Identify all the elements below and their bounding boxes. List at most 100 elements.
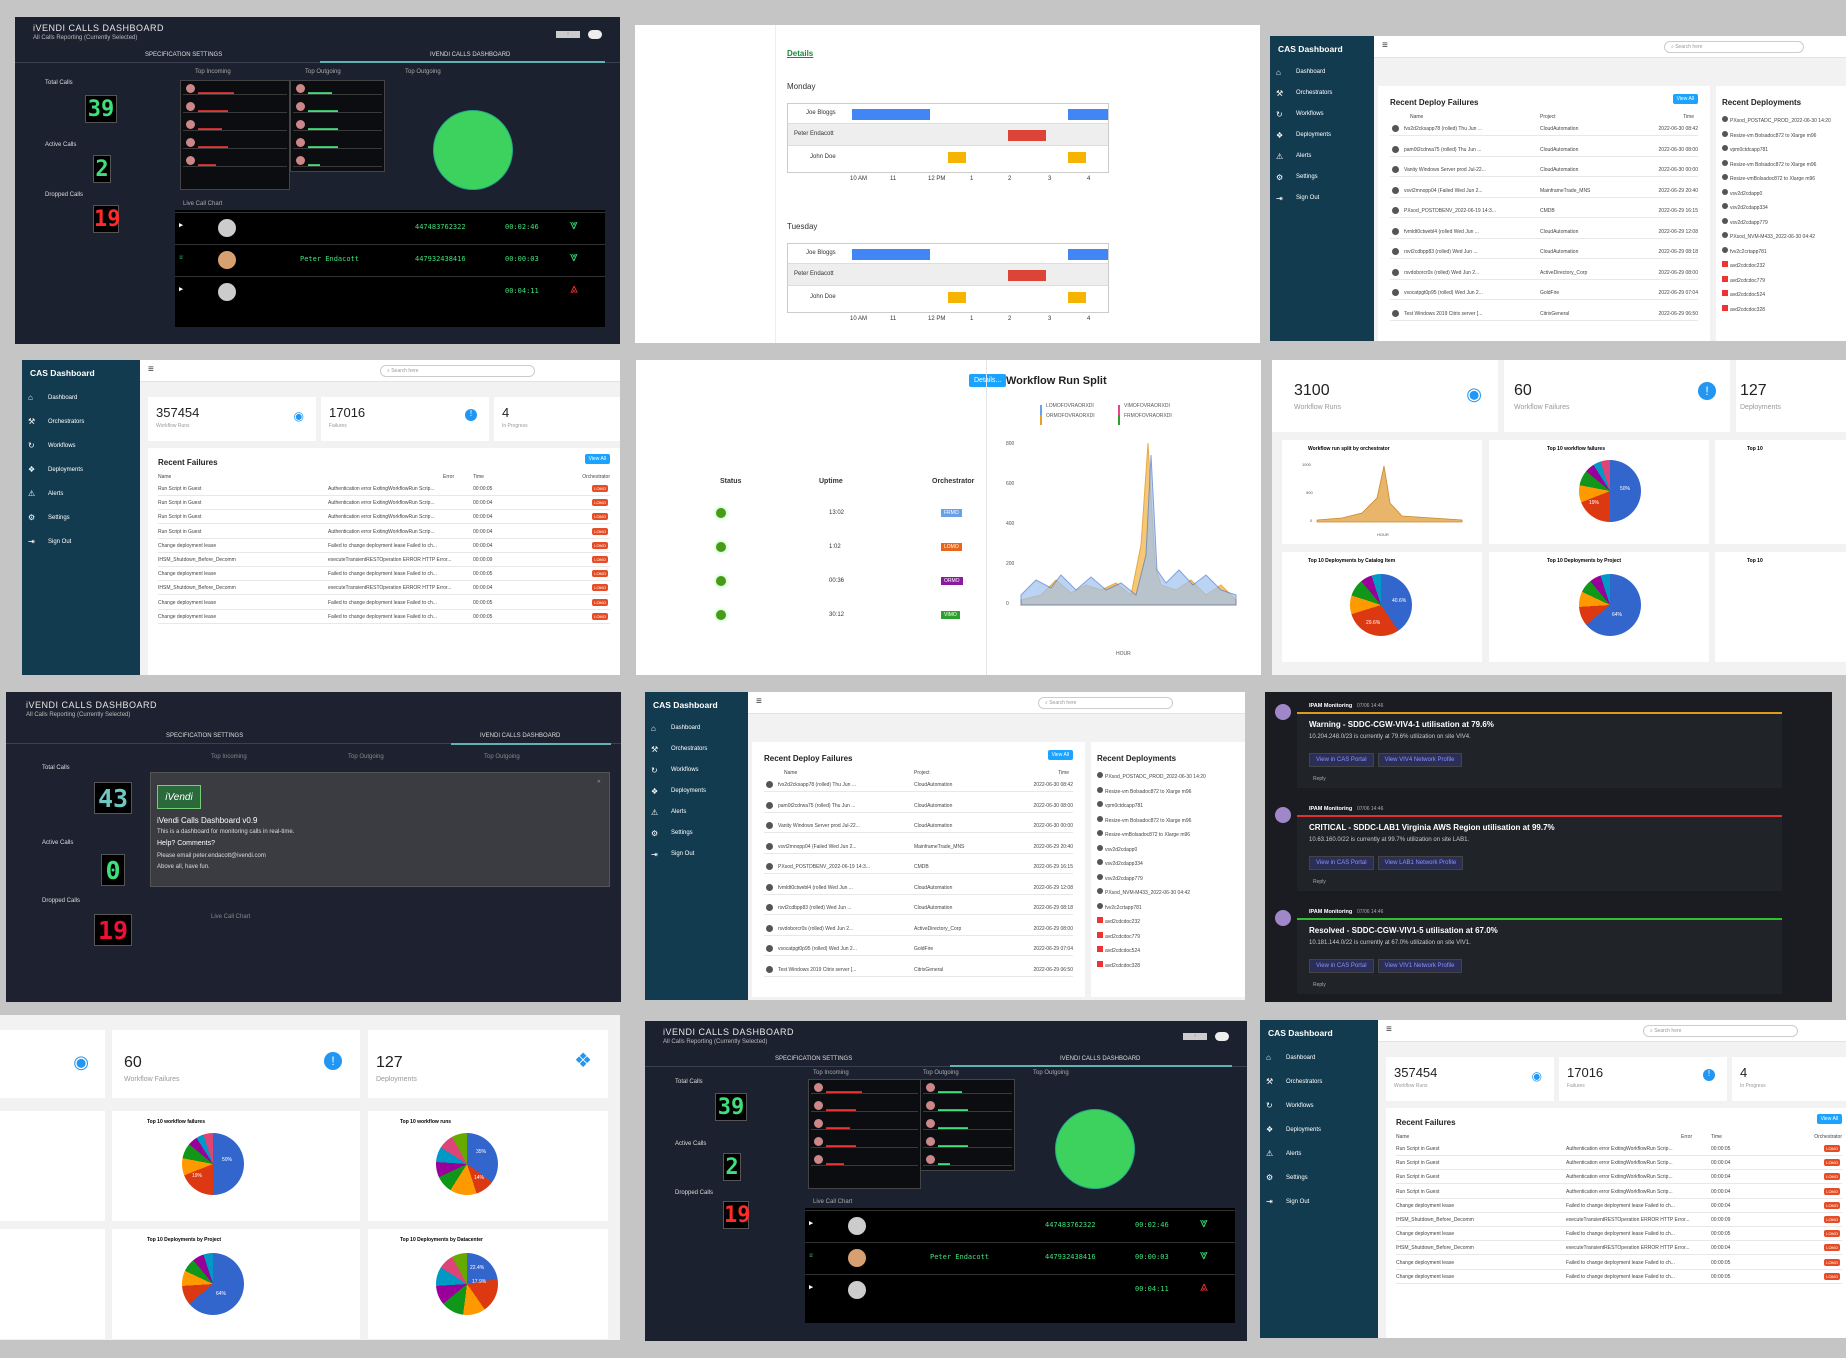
sidebar-item-workflows[interactable]: ↻ Workflows [1260, 1094, 1378, 1118]
table-row[interactable]: rsvdoborcr0s (rolled) Wed Jun 2... Active… [764, 922, 1073, 936]
deployment-list-item[interactable]: Resize-vm Bolsadoc872 to Xlarge m96 [1097, 815, 1191, 824]
play-icon[interactable]: ▶ [179, 221, 183, 229]
sidebar-item-alerts[interactable]: ⚠ Alerts [1270, 146, 1374, 167]
deployment-list-item[interactable]: Resize-vm Bolsadoc872 to Xlarge m96 [1722, 130, 1816, 139]
sidebar-item-deployments[interactable]: ❖ Deployments [645, 781, 748, 802]
table-row[interactable]: rsvt2cdbpp83 (rolled) Wed Jun ... CloudAu… [1390, 245, 1698, 259]
search-input[interactable]: ⌕ Search here [380, 365, 535, 377]
deployment-list-item[interactable]: avd2cdcdoc524 [1722, 290, 1765, 298]
sidebar-item-signout[interactable]: ⇥ Sign Out [1260, 1190, 1378, 1214]
deployment-list-item[interactable]: avd2cdcdoc779 [1097, 931, 1140, 940]
sidebar-item-orchestrators[interactable]: ⚒ Orchestrators [1270, 83, 1374, 104]
table-row[interactable]: Vanity Windows Server prod Jul-22... Clou… [1390, 163, 1698, 177]
deployment-list-item[interactable]: avd2cdcdoc232 [1097, 917, 1140, 925]
menu-icon[interactable]: ≡ [148, 364, 154, 375]
sidebar-item-deployments[interactable]: ❖ Deployments [1270, 125, 1374, 146]
deployment-list-item[interactable]: vpm0ctdcapp781 [1722, 145, 1768, 153]
table-row[interactable]: fvmldt0ctwebl4 (rolled Wed Jun ... CloudA… [1390, 225, 1698, 239]
sidebar-item-alerts[interactable]: ⚠ Alerts [22, 482, 140, 506]
view-all-button[interactable]: View All [1816, 1114, 1842, 1124]
deployment-list-item[interactable]: avd2cdcdoc232 [1722, 261, 1765, 269]
table-row[interactable]: Run Script in Guest Authentication error … [158, 510, 610, 525]
sidebar-item-deployments[interactable]: ❖ Deployments [1260, 1118, 1378, 1142]
menu-icon[interactable]: ≡ [756, 696, 762, 707]
sidebar-item-signout[interactable]: ⇥ Sign Out [1270, 188, 1374, 209]
table-row[interactable]: Change deployment lease Failed to change … [158, 567, 610, 582]
table-row[interactable]: Change deployment lease Failed to change … [158, 610, 610, 624]
deployment-list-item[interactable]: vsv2d2cdapp334 [1722, 203, 1768, 211]
sidebar-item-alerts[interactable]: ⚠ Alerts [1260, 1142, 1378, 1166]
deployment-list-item[interactable]: fvv2c2crtapp781 [1722, 246, 1767, 255]
table-row[interactable]: IHSM_Shutdown_Before_Decomm executeTransi… [158, 553, 610, 567]
table-row[interactable]: Run Script in Guest Authentication error … [1396, 1170, 1842, 1185]
tab-ivendi-dashboard[interactable]: IVENDI CALLS DASHBOARD [1060, 1056, 1140, 1062]
table-row[interactable]: Test Windows 2019 Citrix server [... Citr… [764, 963, 1073, 977]
deployment-list-item[interactable]: fvv2c2crtapp781 [1097, 902, 1142, 911]
table-row[interactable]: IHSM_Shutdown_Before_Decomm executeTransi… [1396, 1241, 1842, 1256]
table-row[interactable]: rsvt2cdbpp83 (rolled) Wed Jun ... CloudAu… [764, 901, 1073, 915]
sidebar-item-signout[interactable]: ⇥ Sign Out [645, 844, 748, 865]
view-network-profile-button[interactable]: View VIV4 Network Profile [1377, 753, 1462, 767]
deployment-list-item[interactable]: Resize-vm Bolsadoc872 to Xlarge m96 [1722, 159, 1816, 168]
table-row[interactable]: Run Script in Guest Authentication error … [1396, 1185, 1842, 1199]
sidebar-item-workflows[interactable]: ↻ Workflows [22, 434, 140, 458]
view-all-button[interactable]: View All [584, 454, 610, 464]
menu-icon[interactable]: ≡ [1386, 1024, 1392, 1035]
view-network-profile-button[interactable]: View VIV1 Network Profile [1377, 959, 1462, 973]
sidebar-item-orchestrators[interactable]: ⚒ Orchestrators [1260, 1070, 1378, 1094]
table-row[interactable]: fvs2d2cksapp78 (rolled) Thu Jun ... Cloud… [764, 778, 1073, 792]
table-row[interactable]: Vanity Windows Server prod Jul-22... Clou… [764, 819, 1073, 833]
table-row[interactable]: pam0t2cdrwa75 (rolled) Thu Jun ... CloudA… [764, 799, 1073, 813]
table-row[interactable]: fvmldt0ctwebl4 (rolled Wed Jun ... CloudA… [764, 881, 1073, 895]
deployment-list-item[interactable]: PXsod_POSTADC_PROD_2022-06-30 14:20 [1722, 116, 1831, 124]
deployment-list-item[interactable]: Resize-vmBolsadoc872 to Xlarge m96 [1722, 174, 1815, 182]
table-row[interactable]: Change deployment lease Failed to change … [1396, 1270, 1842, 1284]
sidebar-item-deployments[interactable]: ❖ Deployments [22, 458, 140, 482]
play-icon[interactable]: ▶ [809, 1283, 813, 1291]
email-link[interactable]: Please email peter.endacott@ivendi.com [157, 853, 266, 859]
deployment-list-item[interactable]: vsv2d2cdapp779 [1722, 217, 1768, 226]
view-all-button[interactable]: View All [1047, 750, 1073, 760]
table-row[interactable]: Test Windows 2019 Citrix server [... Citr… [1390, 307, 1698, 321]
table-row[interactable]: vsocatpgt0p95 (rolled) Wed Jun 2... GoldF… [1390, 286, 1698, 300]
view-all-button[interactable]: View All [1672, 94, 1698, 104]
search-input[interactable]: ⌕ Search here [1664, 41, 1804, 53]
sidebar-item-workflows[interactable]: ↻ Workflows [645, 760, 748, 781]
table-row[interactable]: rsvdoborcr0s (rolled) Wed Jun 2... Active… [1390, 266, 1698, 280]
tab-ivendi-dashboard[interactable]: IVENDI CALLS DASHBOARD [480, 733, 560, 739]
deployment-list-item[interactable]: vpm0ctdcapp781 [1097, 801, 1143, 809]
tab-specification-settings[interactable]: SPECIFICATION SETTINGS [145, 52, 222, 58]
view-network-profile-button[interactable]: View LAB1 Network Profile [1377, 856, 1464, 870]
table-row[interactable]: PXsod_POSTDBENV_2022-06-19 14:3... CMDB 20… [1390, 204, 1698, 218]
sidebar-item-dashboard[interactable]: ⌂ Dashboard [22, 386, 140, 410]
toggle-button[interactable]: ⁝ [556, 31, 580, 38]
reply-link[interactable]: Reply [1313, 879, 1326, 885]
deployment-list-item[interactable]: avd2cdcdoc328 [1722, 304, 1765, 313]
sidebar-item-orchestrators[interactable]: ⚒ Orchestrators [22, 410, 140, 434]
table-row[interactable]: vsocatpgt0p95 (rolled) Wed Jun 2... GoldF… [764, 942, 1073, 956]
tab-specification-settings[interactable]: SPECIFICATION SETTINGS [775, 1056, 852, 1062]
table-row[interactable]: vsvt2mnopp04 (Failed Wed Jun 2... Mainfra… [764, 840, 1073, 854]
table-row[interactable]: Change deployment lease Failed to change … [158, 596, 610, 610]
table-row[interactable]: Change deployment lease Failed to change … [158, 539, 610, 553]
sidebar-item-settings[interactable]: ⚙ Settings [1270, 167, 1374, 188]
reply-link[interactable]: Reply [1313, 776, 1326, 782]
deployment-list-item[interactable]: avd2cdcdoc779 [1722, 275, 1765, 284]
sidebar-item-settings[interactable]: ⚙ Settings [645, 823, 748, 844]
deployment-list-item[interactable]: Resize-vmBolsadoc872 to Xlarge m96 [1097, 830, 1190, 838]
table-row[interactable]: fvs2d2cksapp78 (rolled) Thu Jun ... Cloud… [1390, 122, 1698, 136]
table-row[interactable]: Run Script in Guest Authentication error … [158, 482, 610, 496]
sidebar-item-dashboard[interactable]: ⌂ Dashboard [645, 718, 748, 739]
sidebar-item-dashboard[interactable]: ⌂ Dashboard [1260, 1046, 1378, 1070]
toggle-button[interactable]: ⁝ [1183, 1033, 1207, 1040]
reply-link[interactable]: Reply [1313, 982, 1326, 988]
table-row[interactable]: Change deployment lease Failed to change … [1396, 1256, 1842, 1270]
table-row[interactable]: pam0t2cdrwa75 (rolled) Thu Jun ... CloudA… [1390, 143, 1698, 157]
tab-specification-settings[interactable]: SPECIFICATION SETTINGS [166, 733, 243, 739]
table-row[interactable]: Change deployment lease Failed to change … [1396, 1199, 1842, 1213]
table-row[interactable]: Run Script in Guest Authentication error … [158, 525, 610, 539]
view-cas-portal-button[interactable]: View in CAS Portal [1309, 959, 1374, 973]
table-row[interactable]: vsvt2mnopp04 (Failed Wed Jun 2... Mainfra… [1390, 184, 1698, 198]
deployment-list-item[interactable]: Resize-vm Bolsadoc872 to Xlarge m96 [1097, 786, 1191, 795]
sidebar-item-settings[interactable]: ⚙ Settings [1260, 1166, 1378, 1190]
